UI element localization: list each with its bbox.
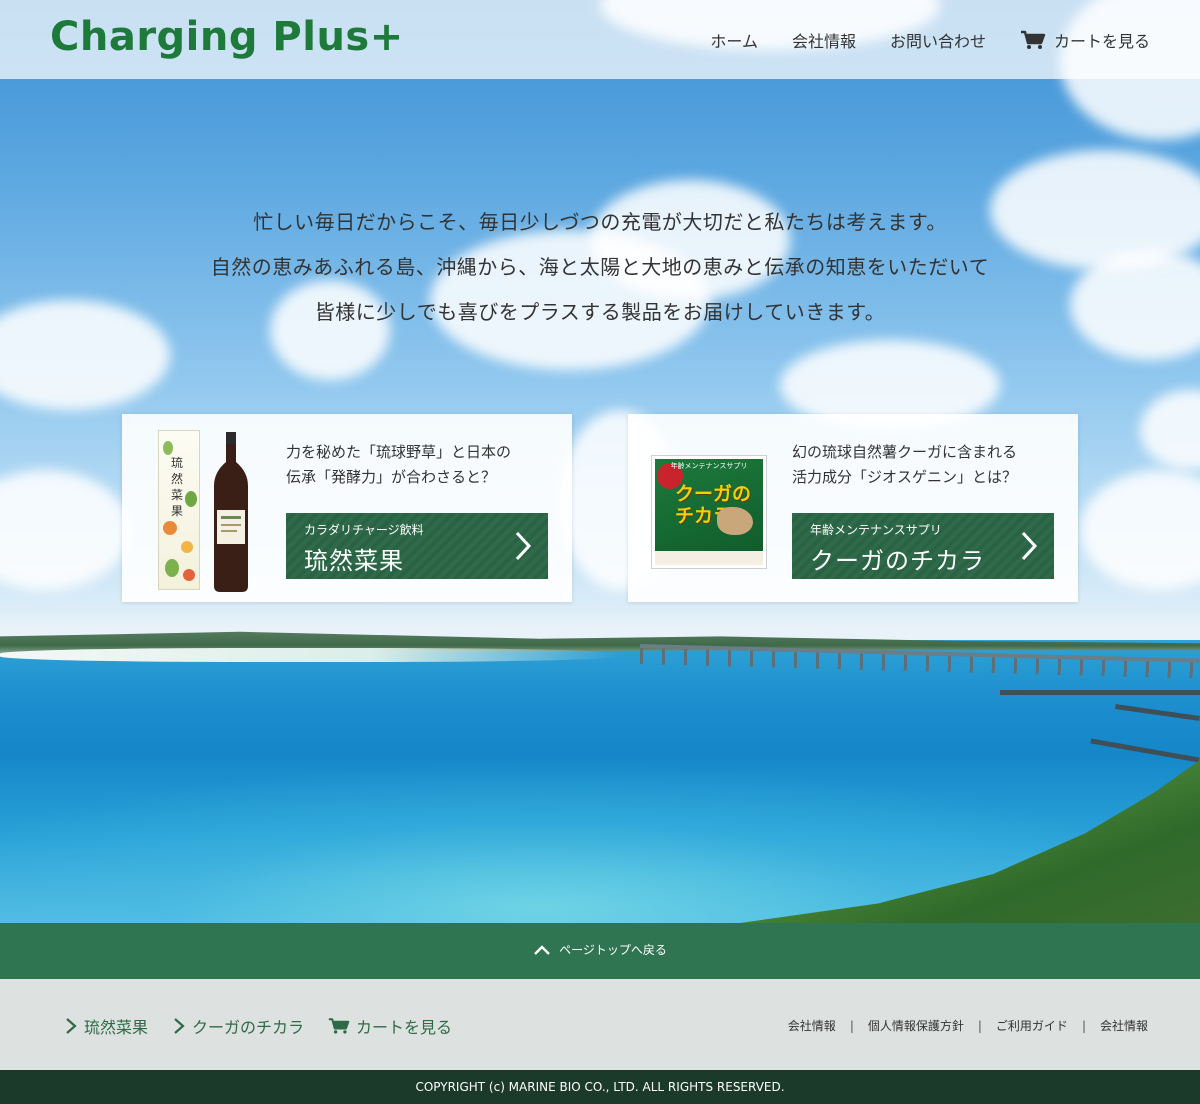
kuga-package-label: 年齢メンテナンスサプリ [670, 462, 748, 470]
nav-cart[interactable]: カートを見る [1020, 28, 1150, 52]
chevron-right-icon [515, 531, 532, 561]
footer-link-cart[interactable]: カートを見る [328, 1014, 452, 1038]
kuga-button[interactable]: 年齢メンテナンスサプリ クーガのチカラ [792, 513, 1054, 579]
beach [0, 648, 620, 662]
intro-line-3: 皆様に少しでも喜びをプラスする製品をお届けしていきます。 [314, 300, 886, 324]
ryuzen-package-box: 琉然菜果 [158, 430, 200, 590]
ryuzen-button[interactable]: カラダリチャージ飲料 琉然菜果 [286, 513, 548, 579]
legal-link-guide[interactable]: ご利用ガイド [996, 1017, 1068, 1034]
nav-contact[interactable]: お問い合わせ [890, 28, 986, 52]
nav-home[interactable]: ホーム [710, 28, 758, 52]
footer-link-kuga[interactable]: クーガのチカラ [172, 1014, 304, 1038]
ryuzen-button-subtitle: カラダリチャージ飲料 [304, 523, 424, 537]
leaf-illustration [183, 569, 195, 581]
page-top-inner: ページトップへ戻る [0, 941, 1200, 958]
cloud [0, 470, 130, 590]
kuga-description-line-2: 活力成分「ジオスゲニン」とは？ [792, 468, 1018, 486]
nav-cart-label: カートを見る [1053, 32, 1150, 51]
nav-company-label: 会社情報 [791, 32, 856, 51]
main-nav: ホーム 会社情報 お問い合わせ カートを見る [710, 28, 1150, 52]
leaf-illustration [165, 559, 179, 577]
legal-link-privacy[interactable]: 個人情報保護方針 [868, 1017, 964, 1034]
nav-home-label: ホーム [710, 32, 758, 51]
yam-root-illustration [717, 507, 753, 535]
ryuzen-description-line-2: 伝承「発酵力」が合わさると？ [286, 468, 497, 486]
footer-link-ryuzen[interactable]: 琉然菜果 [64, 1014, 148, 1038]
copyright: COPYRIGHT (c) MARINE BIO CO., LTD. ALL R… [0, 1070, 1200, 1104]
footer-product-nav: 琉然菜果 クーガのチカラ カートを見る [64, 1014, 452, 1038]
chevron-right-icon [1021, 531, 1038, 561]
legal-separator: | [849, 1018, 854, 1033]
intro-line-2: 自然の恵みあふれる島、沖縄から、海と太陽と大地の恵みと伝承の知恵をいただいて [210, 255, 990, 279]
ryuzen-button-title: 琉然菜果 [304, 547, 404, 575]
package-band [655, 551, 763, 565]
page-top-label: ページトップへ戻る [559, 943, 667, 957]
legal-links: 会社情報 | 個人情報保護方針 | ご利用ガイド | 会社情報 [788, 1017, 1148, 1034]
legal-separator: | [977, 1018, 982, 1033]
ryuzen-description-line-1: 力を秘めた「琉球野草」と日本の [286, 443, 512, 461]
breakwater [1000, 690, 1200, 695]
ryuzen-description: 力を秘めた「琉球野草」と日本の 伝承「発酵力」が合わさると？ [286, 440, 562, 490]
kuga-package: 年齢メンテナンスサプリ クーガの チカラ [652, 456, 766, 568]
kuga-description: 幻の琉球自然薯クーガに含まれる 活力成分「ジオスゲニン」とは？ [792, 440, 1068, 490]
intro-line-1: 忙しい毎日だからこそ、毎日少しづつの充電が大切だと私たちは考えます。 [253, 210, 947, 234]
site-logo[interactable]: Charging Plus+ [50, 14, 404, 60]
page-top-button[interactable]: ページトップへ戻る [0, 923, 1200, 979]
chevron-right-icon [174, 1018, 185, 1034]
cart-icon [1020, 30, 1046, 49]
nav-company[interactable]: 会社情報 [792, 28, 856, 52]
cloud [1080, 470, 1200, 590]
footer-link-ryuzen-label: 琉然菜果 [84, 1018, 149, 1037]
sub-footer: 琉然菜果 クーガのチカラ カートを見る 会社情報 | 個人情報保護方針 | ご利… [0, 979, 1200, 1070]
footer-link-kuga-label: クーガのチカラ [192, 1018, 305, 1037]
cloud [1140, 390, 1200, 470]
chevron-up-icon [534, 944, 550, 955]
footer-link-cart-label: カートを見る [356, 1018, 453, 1037]
product-card-ryuzen: 琉然菜果 力を秘めた「琉球野草」と日本の 伝承「発酵力」が合わさると？ カラダリ… [122, 414, 572, 602]
kuga-package-title-line-1: クーガの [675, 483, 752, 505]
cart-icon [328, 1018, 350, 1034]
product-card-kuga: 年齢メンテナンスサプリ クーガの チカラ 幻の琉球自然薯クーガに含まれる 活力成… [628, 414, 1078, 602]
legal-link-company-2[interactable]: 会社情報 [1100, 1017, 1148, 1034]
ryuzen-package-title: 琉然菜果 [171, 456, 184, 518]
legal-link-company[interactable]: 会社情報 [788, 1017, 836, 1034]
leaf-illustration [163, 441, 173, 455]
legal-separator: | [1081, 1018, 1086, 1033]
chevron-right-icon [66, 1018, 77, 1034]
leaf-illustration [181, 541, 193, 553]
nav-contact-label: お問い合わせ [889, 32, 986, 51]
kuga-description-line-1: 幻の琉球自然薯クーガに含まれる [792, 443, 1018, 461]
site-header: Charging Plus+ ホーム 会社情報 お問い合わせ カートを見る [0, 0, 1200, 79]
ryuzen-bottle [214, 432, 248, 592]
leaf-illustration [163, 521, 177, 535]
intro-message: 忙しい毎日だからこそ、毎日少しづつの充電が大切だと私たちは考えます。 自然の恵み… [0, 200, 1200, 335]
kuga-button-title: クーガのチカラ [810, 547, 985, 575]
kuga-button-subtitle: 年齢メンテナンスサプリ [810, 523, 942, 537]
